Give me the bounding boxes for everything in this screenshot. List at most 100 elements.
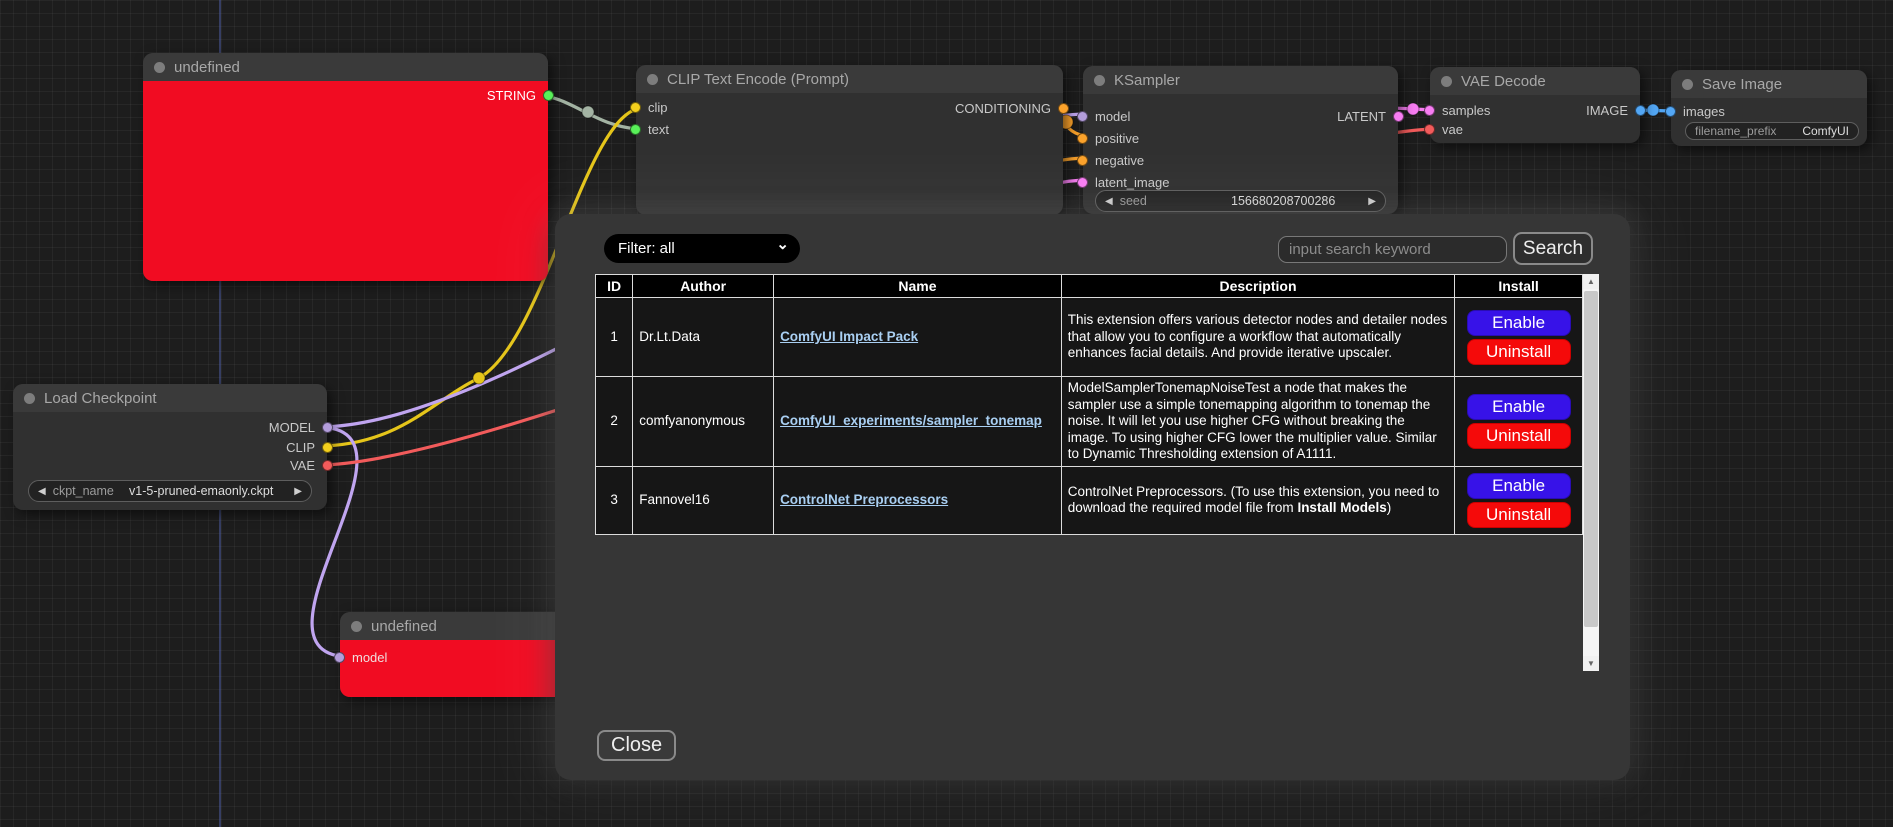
output-dot-latent[interactable] (1393, 111, 1404, 122)
extension-link[interactable]: ControlNet Preprocessors (780, 492, 948, 507)
cell-id: 3 (596, 466, 633, 534)
search-input[interactable] (1278, 236, 1507, 263)
node-title-bar[interactable]: KSampler (1083, 66, 1398, 94)
arrow-right-icon[interactable]: ▶ (1368, 196, 1376, 207)
cell-author: Fannovel16 (633, 466, 774, 534)
input-dot-clip[interactable] (630, 102, 641, 113)
widget-value[interactable]: v1-5-pruned-emaonly.ckpt (129, 484, 273, 498)
close-button[interactable]: Close (597, 730, 676, 761)
ckpt-name-widget[interactable]: ◀ ckpt_name v1-5-pruned-emaonly.ckpt ▶ (28, 480, 312, 502)
extension-link[interactable]: ComfyUI_experiments/sampler_tonemap (780, 413, 1042, 428)
input-label: vae (1442, 122, 1463, 137)
input-dot-samples[interactable] (1424, 105, 1435, 116)
table-row: 2 comfyanonymous ComfyUI_experiments/sam… (596, 377, 1583, 467)
widget-value[interactable]: ComfyUI (1802, 124, 1849, 138)
seed-widget[interactable]: ◀ seed 156680208700286 ▶ (1095, 190, 1386, 212)
output-label: VAE (290, 458, 315, 473)
uninstall-button[interactable]: Uninstall (1467, 502, 1571, 528)
input-dot-images[interactable] (1665, 106, 1676, 117)
node-collapse-dot-icon[interactable] (24, 393, 35, 404)
node-body: STRING (143, 81, 548, 281)
output-dot-image[interactable] (1635, 105, 1646, 116)
input-label: latent_image (1095, 175, 1169, 190)
arrow-left-icon[interactable]: ◀ (1105, 196, 1113, 207)
input-dot-latent-image[interactable] (1077, 177, 1088, 188)
node-title: Load Checkpoint (44, 390, 157, 407)
node-ksampler[interactable]: KSampler model positive negative latent_… (1083, 66, 1398, 214)
node-title-bar[interactable]: Save Image (1671, 70, 1867, 98)
cell-id: 1 (596, 298, 633, 377)
arrow-left-icon[interactable]: ◀ (38, 486, 46, 497)
widget-name: ckpt_name (53, 484, 114, 498)
input-dot-model[interactable] (334, 652, 345, 663)
node-collapse-dot-icon[interactable] (647, 74, 658, 85)
widget-name: seed (1120, 194, 1147, 208)
node-collapse-dot-icon[interactable] (154, 62, 165, 73)
col-header-description: Description (1061, 275, 1454, 298)
node-title-bar[interactable]: VAE Decode (1430, 67, 1640, 95)
reroute-dot-latent[interactable] (1407, 103, 1419, 115)
enable-button[interactable]: Enable (1467, 473, 1571, 499)
search-button[interactable]: Search (1513, 232, 1593, 265)
output-label: STRING (487, 88, 536, 103)
output-dot-string[interactable] (543, 90, 554, 101)
cell-description: ModelSamplerTonemapNoiseTest a node that… (1061, 377, 1454, 467)
node-collapse-dot-icon[interactable] (1441, 76, 1452, 87)
output-dot-model[interactable] (322, 422, 333, 433)
filter-select[interactable]: Filter: all (604, 234, 800, 263)
node-title-bar[interactable]: Load Checkpoint (13, 384, 327, 412)
reroute-dot-clip[interactable] (473, 372, 485, 384)
node-title: KSampler (1114, 72, 1180, 89)
node-title-bar[interactable]: CLIP Text Encode (Prompt) (636, 65, 1063, 93)
node-collapse-dot-icon[interactable] (1682, 79, 1693, 90)
table-row: 1 Dr.Lt.Data ComfyUI Impact Pack This ex… (596, 298, 1583, 377)
col-header-name: Name (774, 275, 1062, 298)
output-dot-clip[interactable] (322, 442, 333, 453)
cell-description: This extension offers various detector n… (1061, 298, 1454, 377)
node-collapse-dot-icon[interactable] (351, 621, 362, 632)
output-dot-vae[interactable] (322, 460, 333, 471)
uninstall-button[interactable]: Uninstall (1467, 339, 1571, 365)
input-label: positive (1095, 131, 1139, 146)
extension-link[interactable]: ComfyUI Impact Pack (780, 329, 918, 344)
filter-select-wrap: Filter: all ⌄ (604, 234, 800, 263)
output-dot-conditioning[interactable] (1058, 103, 1069, 114)
node-title: undefined (371, 618, 437, 635)
node-collapse-dot-icon[interactable] (1094, 75, 1105, 86)
input-dot-model[interactable] (1077, 111, 1088, 122)
widget-value[interactable]: 156680208700286 (1231, 194, 1335, 208)
enable-button[interactable]: Enable (1467, 394, 1571, 420)
input-dot-negative[interactable] (1077, 155, 1088, 166)
output-label: LATENT (1337, 109, 1386, 124)
output-label: CLIP (286, 440, 315, 455)
enable-button[interactable]: Enable (1467, 310, 1571, 336)
node-save-image[interactable]: Save Image images filename_prefix ComfyU… (1671, 70, 1867, 146)
scroll-down-icon[interactable]: ▼ (1583, 656, 1599, 671)
node-title: VAE Decode (1461, 73, 1546, 90)
input-dot-text[interactable] (630, 124, 641, 135)
scrollbar-thumb[interactable] (1584, 291, 1598, 627)
node-undefined-top[interactable]: undefined STRING (143, 53, 548, 281)
node-title: CLIP Text Encode (Prompt) (667, 71, 849, 88)
output-label: IMAGE (1586, 103, 1628, 118)
node-clip-text-encode[interactable]: CLIP Text Encode (Prompt) clip text COND… (636, 65, 1063, 215)
filename-prefix-widget[interactable]: filename_prefix ComfyUI (1685, 122, 1859, 140)
output-label: CONDITIONING (955, 101, 1051, 116)
input-dot-vae[interactable] (1424, 124, 1435, 135)
extension-table-wrap: ID Author Name Description Install 1 Dr.… (595, 274, 1601, 671)
reroute-dot-image[interactable] (1647, 104, 1659, 116)
input-dot-positive[interactable] (1077, 133, 1088, 144)
node-vae-decode[interactable]: VAE Decode samples vae IMAGE (1430, 67, 1640, 143)
arrow-right-icon[interactable]: ▶ (294, 486, 302, 497)
node-title-bar[interactable]: undefined (143, 53, 548, 81)
col-header-id: ID (596, 275, 633, 298)
cell-id: 2 (596, 377, 633, 467)
scroll-up-icon[interactable]: ▲ (1583, 274, 1599, 289)
node-undefined-bottom[interactable]: undefined model (340, 612, 580, 697)
node-title-bar[interactable]: undefined (340, 612, 580, 640)
reroute-dot-string[interactable] (582, 106, 594, 118)
uninstall-button[interactable]: Uninstall (1467, 423, 1571, 449)
table-scrollbar[interactable]: ▲ ▼ (1583, 274, 1599, 671)
node-load-checkpoint[interactable]: Load Checkpoint MODEL CLIP VAE ◀ ckpt_na… (13, 384, 327, 510)
col-header-install: Install (1455, 275, 1583, 298)
